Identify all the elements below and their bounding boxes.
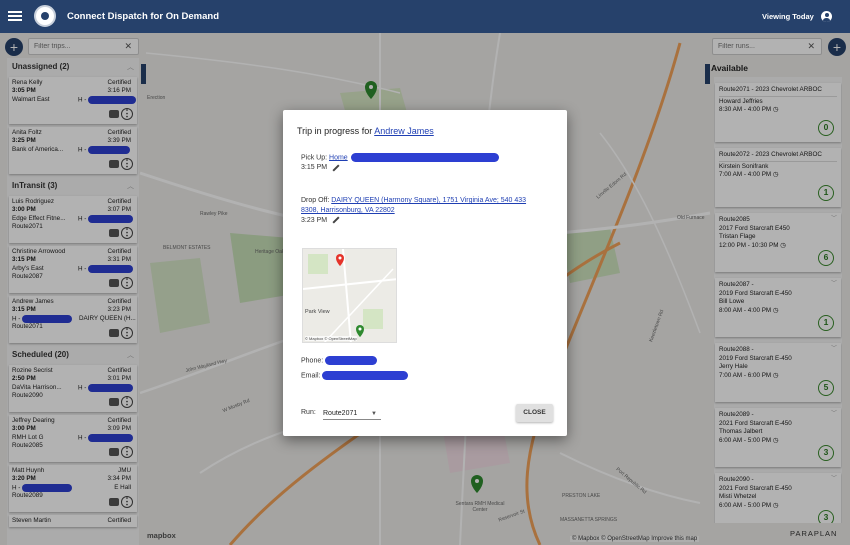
dropoff-link-cont[interactable]: 8308, Harrisonburg, VA 22802 <box>301 207 395 214</box>
run-select-value: Route2071 <box>323 410 358 417</box>
rider-link[interactable]: Andrew James <box>374 126 434 136</box>
redacted-text <box>350 153 499 162</box>
mini-map-attribution: © Mapbox © OpenStreetMap <box>305 336 357 341</box>
pickup-time: 3:15 PM <box>301 164 328 172</box>
run-label: Run: <box>301 409 316 416</box>
pickup-link[interactable]: Home <box>329 154 348 161</box>
viewing-today-label[interactable]: Viewing Today <box>762 12 814 21</box>
trip-mini-map[interactable]: Park View © Mapbox © OpenStreetMap <box>302 248 397 343</box>
account-icon[interactable] <box>821 11 832 22</box>
menu-icon[interactable] <box>8 9 22 23</box>
edit-pencil-icon[interactable] <box>332 216 340 224</box>
mini-map-graphics <box>303 249 396 342</box>
dropoff-link[interactable]: DAIRY QUEEN (Harmony Square), 1751 Virgi… <box>331 197 526 204</box>
dialog-title: Trip in progress for Andrew James <box>297 126 434 136</box>
redacted-text <box>322 371 409 380</box>
pickup-row: Pick Up: Home 3:15 PM <box>301 153 499 173</box>
phone-row: Phone: <box>301 356 378 366</box>
mini-map-label: Park View <box>305 309 330 315</box>
email-row: Email: <box>301 371 409 381</box>
trip-detail-dialog: Trip in progress for Andrew James Pick U… <box>283 110 567 436</box>
dropoff-row: Drop Off: DAIRY QUEEN (Harmony Square), … <box>301 197 527 224</box>
run-select[interactable]: Route2071 ▼ <box>323 408 381 420</box>
close-button[interactable]: CLOSE <box>516 404 553 422</box>
agency-logo <box>34 5 56 27</box>
dropdown-arrow-icon: ▼ <box>371 411 377 417</box>
redacted-text <box>325 356 378 365</box>
dropoff-time: 3:23 PM <box>301 217 328 224</box>
edit-pencil-icon[interactable] <box>332 163 340 172</box>
top-app-bar: Connect Dispatch for On Demand Viewing T… <box>0 0 850 33</box>
app-title: Connect Dispatch for On Demand <box>67 11 220 22</box>
